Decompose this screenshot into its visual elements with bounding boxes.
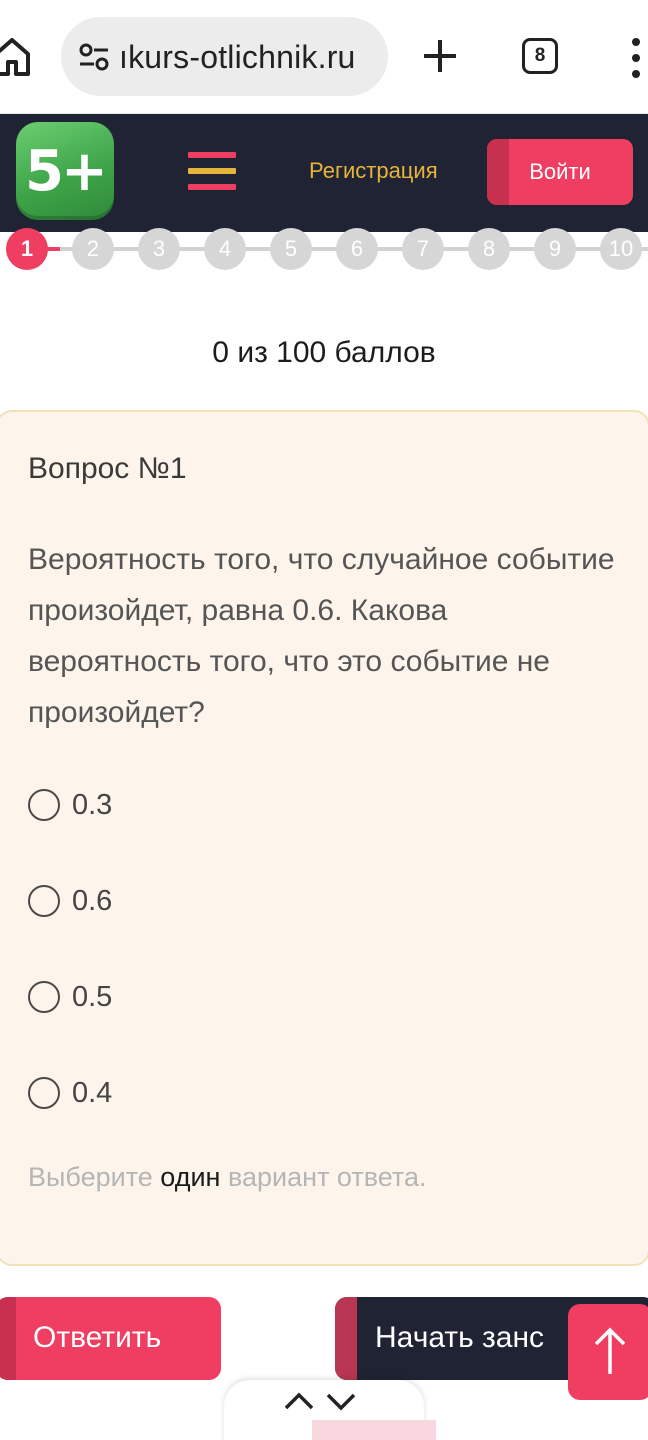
browser-toolbar: ıkurs-otlichnik.ru 8 (0, 0, 648, 114)
site-logo[interactable]: 5+ (16, 122, 114, 220)
answer-option-3[interactable]: 0.5 (28, 977, 112, 1017)
radio-button[interactable] (28, 981, 60, 1013)
option-label: 0.6 (72, 884, 113, 917)
step-9[interactable]: 9 (534, 228, 576, 270)
step-6[interactable]: 6 (336, 228, 378, 270)
step-8[interactable]: 8 (468, 228, 510, 270)
chevron-up-icon[interactable] (282, 1388, 316, 1414)
tabs-count: 8 (534, 45, 546, 66)
answer-option-4[interactable]: 0.4 (28, 1073, 112, 1113)
login-button[interactable]: Войти (487, 139, 633, 205)
register-link[interactable]: Регистрация (309, 158, 438, 184)
home-icon (0, 38, 30, 76)
question-title: Вопрос №1 (28, 452, 187, 485)
step-10[interactable]: 10 (600, 228, 642, 270)
tabs-button[interactable]: 8 (522, 38, 558, 74)
answer-button-label: Ответить (33, 1321, 162, 1354)
more-vert-icon (632, 38, 640, 78)
hint-after: вариант ответа. (227, 1162, 427, 1192)
answer-hint: Выберите один вариант ответа. (28, 1162, 426, 1193)
radio-button[interactable] (28, 789, 60, 821)
radio-button[interactable] (28, 885, 60, 917)
site-header: 5+ Регистрация Войти (0, 114, 648, 232)
login-button-label: Войти (529, 159, 591, 184)
step-4[interactable]: 4 (204, 228, 246, 270)
option-label: 0.4 (72, 1076, 113, 1109)
step-7[interactable]: 7 (402, 228, 444, 270)
url-text[interactable]: ıkurs-otlichnik.ru (119, 39, 381, 76)
step-5[interactable]: 5 (270, 228, 312, 270)
menu-line-2 (188, 168, 236, 174)
new-tab-button[interactable] (420, 36, 460, 76)
hint-emphasis: один (160, 1162, 221, 1192)
hint-before: Выберите (28, 1162, 153, 1192)
browser-menu-button[interactable] (628, 36, 644, 80)
option-label: 0.5 (72, 980, 113, 1013)
home-button[interactable] (0, 34, 32, 78)
score-text: 0 из 100 баллов (212, 336, 436, 369)
answer-option-1[interactable]: 0.3 (28, 785, 112, 825)
arrow-up-icon (594, 1327, 626, 1374)
question-card: Вопрос №1 Вероятность того, что случайно… (0, 410, 648, 1266)
question-steps: 1 2 3 4 5 6 7 8 9 10 (0, 228, 648, 270)
tune-icon[interactable] (79, 43, 109, 71)
address-bar[interactable]: ıkurs-otlichnik.ru (61, 17, 388, 96)
chevron-down-icon[interactable] (324, 1388, 358, 1414)
answer-button[interactable]: Ответить (0, 1297, 221, 1380)
bottom-strip (312, 1420, 436, 1440)
start-button-label: Начать занс (375, 1321, 545, 1354)
question-text: Вероятность того, что случайное событие … (28, 543, 615, 729)
menu-line-1 (188, 152, 236, 158)
hamburger-menu-button[interactable] (188, 152, 236, 192)
radio-button[interactable] (28, 1077, 60, 1109)
answer-option-2[interactable]: 0.6 (28, 881, 112, 921)
menu-line-3 (188, 184, 236, 190)
option-label: 0.3 (72, 788, 113, 821)
step-3[interactable]: 3 (138, 228, 180, 270)
step-1[interactable]: 1 (6, 228, 48, 270)
step-2[interactable]: 2 (72, 228, 114, 270)
plus-icon (424, 40, 456, 72)
scroll-to-top-button[interactable] (568, 1304, 648, 1400)
